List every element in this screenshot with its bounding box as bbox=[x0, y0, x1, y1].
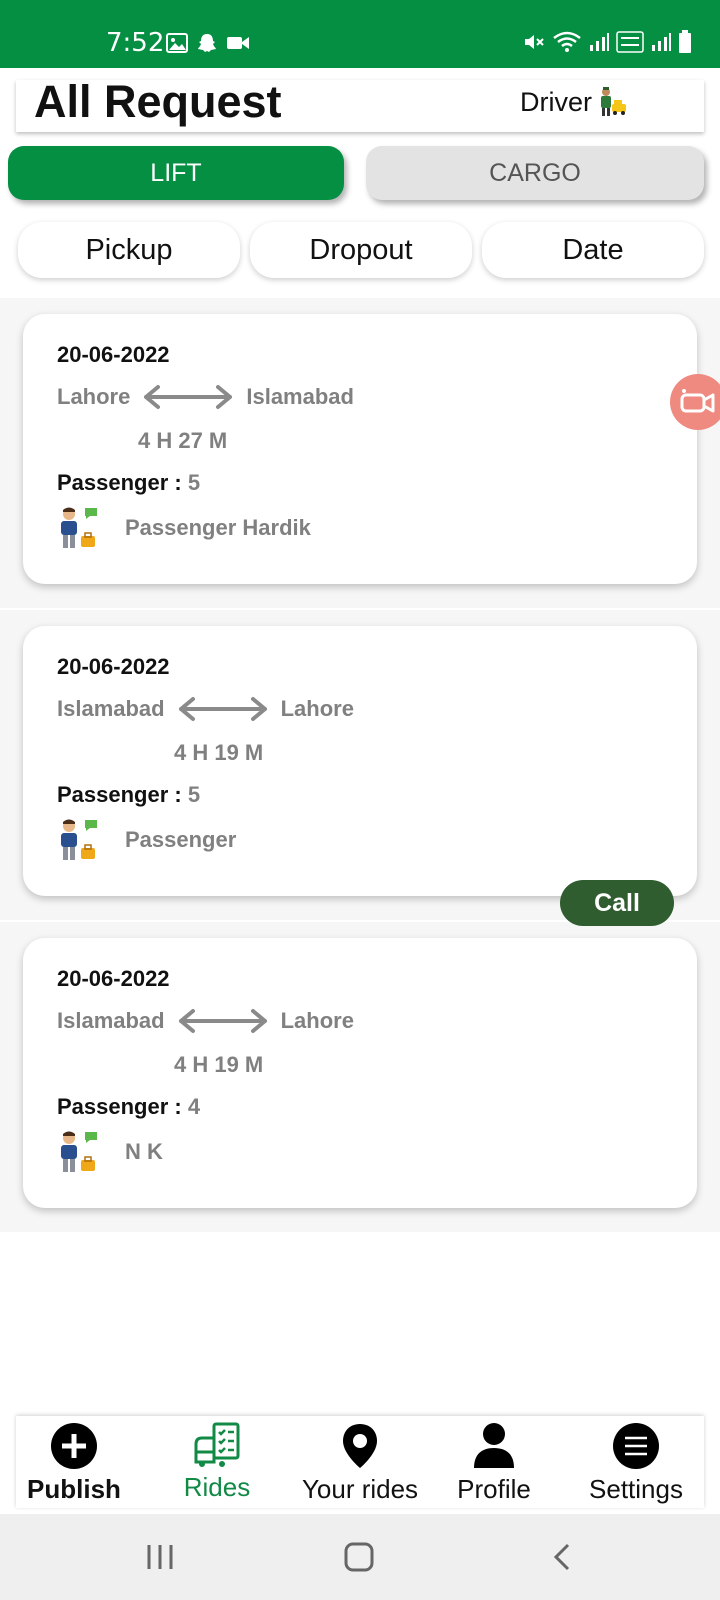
nav-rides[interactable]: Rides bbox=[152, 1422, 282, 1503]
mute-icon bbox=[525, 35, 544, 49]
passenger-name: Passenger bbox=[125, 827, 237, 852]
driver-label: Driver bbox=[520, 86, 592, 117]
route: Islamabad Lahore bbox=[57, 1008, 354, 1034]
volte-icon bbox=[616, 31, 644, 53]
passenger-count: 5 bbox=[187, 470, 201, 495]
plus-circle-icon bbox=[51, 1423, 97, 1469]
route: Islamabad Lahore bbox=[57, 696, 354, 722]
passenger-avatar-icon bbox=[61, 1131, 97, 1172]
menu-circle-icon bbox=[613, 1423, 659, 1469]
route: Lahore Islamabad bbox=[57, 384, 354, 410]
dropout-filter-button[interactable]: Dropout bbox=[250, 222, 472, 278]
ride-duration: 4 H 19 M bbox=[174, 1052, 264, 1077]
from-city: Islamabad bbox=[57, 696, 165, 721]
passenger-label: Passenger : bbox=[57, 1094, 188, 1119]
passenger-avatar-icon bbox=[61, 819, 97, 860]
ride-duration: 4 H 19 M bbox=[174, 740, 264, 765]
ride-duration: 4 H 27 M bbox=[138, 428, 228, 453]
back-icon[interactable] bbox=[548, 1542, 578, 1572]
request-card[interactable]: 20-06-2022 Lahore Islamabad 4 H 27 M Pas… bbox=[23, 314, 697, 584]
snapchat-icon bbox=[198, 34, 216, 52]
to-city: Lahore bbox=[280, 696, 354, 721]
nav-publish[interactable]: Publish bbox=[9, 1422, 139, 1505]
nav-profile[interactable]: Profile bbox=[429, 1422, 559, 1505]
passenger-info: Passenger bbox=[57, 818, 236, 862]
list-item: 20-06-2022 Islamabad Lahore 4 H 19 M Pas… bbox=[0, 610, 720, 920]
from-city: Lahore bbox=[57, 384, 131, 409]
nav-settings[interactable]: Settings bbox=[571, 1422, 701, 1505]
battery-icon bbox=[679, 30, 691, 53]
recent-apps-icon[interactable] bbox=[145, 1542, 175, 1572]
to-city: Lahore bbox=[280, 1008, 354, 1033]
passenger-name: Passenger Hardik bbox=[125, 515, 311, 540]
wifi-icon bbox=[553, 31, 581, 52]
request-card[interactable]: 20-06-2022 Islamabad Lahore 4 H 19 M Pas… bbox=[23, 626, 697, 896]
call-button[interactable]: Call bbox=[560, 880, 674, 926]
driver-taxi-icon bbox=[601, 87, 626, 116]
system-status-icons bbox=[522, 30, 692, 54]
home-icon[interactable] bbox=[344, 1542, 374, 1572]
ride-date: 20-06-2022 bbox=[57, 966, 170, 991]
list-item: 20-06-2022 Islamabad Lahore 4 H 19 M Pas… bbox=[0, 922, 720, 1232]
passenger-name: N K bbox=[125, 1139, 163, 1164]
tab-lift[interactable]: LIFT bbox=[8, 146, 344, 200]
signal-icon bbox=[590, 33, 609, 51]
ride-date: 20-06-2022 bbox=[57, 654, 170, 679]
nav-your-rides[interactable]: Your rides bbox=[295, 1422, 425, 1505]
passenger-info: N K bbox=[57, 1130, 163, 1174]
system-navigation-bar bbox=[0, 1514, 720, 1600]
date-filter-button[interactable]: Date bbox=[482, 222, 704, 278]
nav-label: Publish bbox=[27, 1474, 121, 1504]
double-arrow-icon bbox=[178, 1009, 267, 1033]
video-record-icon bbox=[680, 389, 715, 413]
nav-label: Your rides bbox=[301, 1474, 419, 1504]
passenger-info: Passenger Hardik bbox=[57, 506, 311, 550]
tab-cargo[interactable]: CARGO bbox=[366, 146, 704, 200]
image-icon bbox=[166, 33, 188, 53]
ride-date: 20-06-2022 bbox=[57, 342, 170, 367]
person-icon bbox=[474, 1423, 514, 1468]
passenger-avatar-icon bbox=[61, 507, 97, 548]
passenger-count-row: Passenger : 4 bbox=[57, 1094, 200, 1120]
video-icon bbox=[227, 37, 249, 49]
nav-label: Rides bbox=[183, 1472, 251, 1502]
passenger-label: Passenger : bbox=[57, 782, 188, 807]
header-card: All Request Driver bbox=[16, 76, 704, 132]
double-arrow-icon bbox=[178, 697, 267, 721]
status-bar: 7:52 bbox=[0, 0, 720, 68]
passenger-label: Passenger : bbox=[57, 470, 188, 495]
notification-icons bbox=[166, 32, 250, 54]
passenger-count-row: Passenger : 5 bbox=[57, 470, 200, 496]
signal-icon-2 bbox=[652, 33, 671, 51]
driver-mode-toggle[interactable]: Driver bbox=[520, 86, 628, 118]
passenger-count-row: Passenger : 5 bbox=[57, 782, 200, 808]
list-item: 20-06-2022 Lahore Islamabad 4 H 27 M Pas… bbox=[0, 298, 720, 608]
request-card[interactable]: 20-06-2022 Islamabad Lahore 4 H 19 M Pas… bbox=[23, 938, 697, 1208]
passenger-count: 4 bbox=[187, 1094, 201, 1119]
passenger-count: 5 bbox=[187, 782, 201, 807]
pickup-filter-button[interactable]: Pickup bbox=[18, 222, 240, 278]
location-pin-icon bbox=[343, 1424, 377, 1468]
double-arrow-icon bbox=[144, 385, 233, 409]
rides-icon bbox=[194, 1422, 240, 1467]
to-city: Islamabad bbox=[246, 384, 354, 409]
bottom-navigation: Publish Rides Your rides Profile Setting… bbox=[16, 1416, 704, 1508]
screen-recorder-button[interactable] bbox=[670, 374, 720, 430]
page-title: All Request bbox=[34, 76, 282, 127]
nav-label: Profile bbox=[457, 1474, 531, 1504]
from-city: Islamabad bbox=[57, 1008, 165, 1033]
nav-label: Settings bbox=[589, 1474, 683, 1504]
status-time: 7:52 bbox=[106, 28, 165, 58]
